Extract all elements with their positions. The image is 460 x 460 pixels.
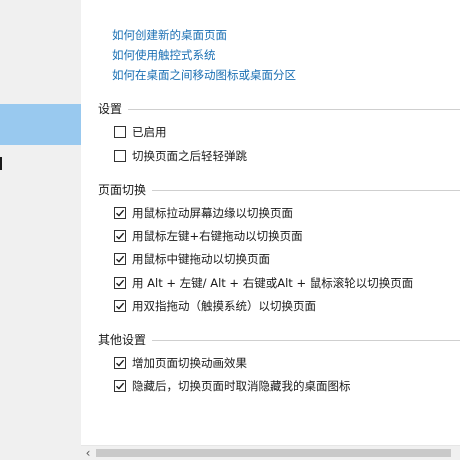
- section-divider: [152, 190, 460, 191]
- checkmark-icon: [116, 209, 125, 217]
- checkbox-alt-keys[interactable]: 用 Alt + 左键/ Alt + 右键或Alt + 鼠标滚轮以切换页面: [114, 276, 413, 290]
- settings-panel: 如何创建新的桌面页面 如何使用触控式系统 如何在桌面之间移动图标或桌面分区 设置…: [81, 0, 460, 445]
- checkbox-label: 切换页面之后轻轻弹跳: [132, 149, 247, 163]
- checkbox-box[interactable]: [114, 230, 126, 242]
- help-link-touch-system[interactable]: 如何使用触控式系统: [112, 48, 216, 62]
- checkbox-box[interactable]: [114, 277, 126, 289]
- horizontal-scrollbar[interactable]: ‹: [81, 445, 460, 460]
- checkbox-two-finger[interactable]: 用双指拖动（触摸系统）以切换页面: [114, 299, 316, 313]
- section-title: 页面切换: [98, 183, 147, 197]
- checkbox-middle-drag[interactable]: 用鼠标中键拖动以切换页面: [114, 252, 270, 266]
- checkmark-icon: [116, 382, 125, 390]
- checkbox-label: 已启用: [132, 125, 167, 139]
- checkmark-icon: [116, 279, 125, 287]
- checkbox-edge-switch[interactable]: 用鼠标拉动屏幕边缘以切换页面: [114, 206, 293, 220]
- checkbox-label: 增加页面切换动画效果: [132, 356, 247, 370]
- section-settings: 设置: [98, 102, 460, 116]
- checkmark-icon: [116, 255, 125, 263]
- section-title: 设置: [98, 102, 123, 116]
- checkbox-box[interactable]: [114, 126, 126, 138]
- section-divider: [152, 340, 460, 341]
- checkmark-icon: [116, 232, 125, 240]
- sidebar: [0, 0, 81, 460]
- checkbox-label: 隐藏后，切换页面时取消隐藏我的桌面图标: [132, 379, 351, 393]
- section-divider: [128, 109, 460, 110]
- checkmark-icon: [116, 359, 125, 367]
- section-page-switch: 页面切换: [98, 183, 460, 197]
- checkbox-box[interactable]: [114, 300, 126, 312]
- checkbox-box[interactable]: [114, 253, 126, 265]
- checkbox-unhide-icons[interactable]: 隐藏后，切换页面时取消隐藏我的桌面图标: [114, 379, 351, 393]
- section-title: 其他设置: [98, 333, 147, 347]
- checkbox-label: 用鼠标中键拖动以切换页面: [132, 252, 270, 266]
- sidebar-selected-item[interactable]: [0, 104, 81, 145]
- checkbox-label: 用双指拖动（触摸系统）以切换页面: [132, 299, 316, 313]
- help-link-create-page[interactable]: 如何创建新的桌面页面: [112, 28, 227, 42]
- checkbox-box[interactable]: [114, 150, 126, 162]
- checkbox-switch-animation[interactable]: 增加页面切换动画效果: [114, 356, 247, 370]
- checkmark-icon: [116, 302, 125, 310]
- scroll-thumb[interactable]: [96, 449, 451, 457]
- checkbox-box[interactable]: [114, 357, 126, 369]
- checkbox-enabled[interactable]: 已启用: [114, 125, 167, 139]
- help-link-move-icons[interactable]: 如何在桌面之间移动图标或桌面分区: [112, 68, 296, 82]
- checkbox-box[interactable]: [114, 380, 126, 392]
- checkbox-bounce-after-switch[interactable]: 切换页面之后轻轻弹跳: [114, 149, 247, 163]
- chevron-left-icon: ‹: [85, 446, 91, 460]
- sidebar-item-marker: [0, 157, 2, 170]
- checkbox-label: 用鼠标拉动屏幕边缘以切换页面: [132, 206, 293, 220]
- checkbox-label: 用鼠标左键+右键拖动以切换页面: [132, 229, 303, 243]
- scroll-left-button[interactable]: ‹: [81, 446, 95, 460]
- section-other: 其他设置: [98, 333, 460, 347]
- checkbox-label: 用 Alt + 左键/ Alt + 右键或Alt + 鼠标滚轮以切换页面: [132, 276, 414, 290]
- checkbox-box[interactable]: [114, 207, 126, 219]
- checkbox-left-right-drag[interactable]: 用鼠标左键+右键拖动以切换页面: [114, 229, 303, 243]
